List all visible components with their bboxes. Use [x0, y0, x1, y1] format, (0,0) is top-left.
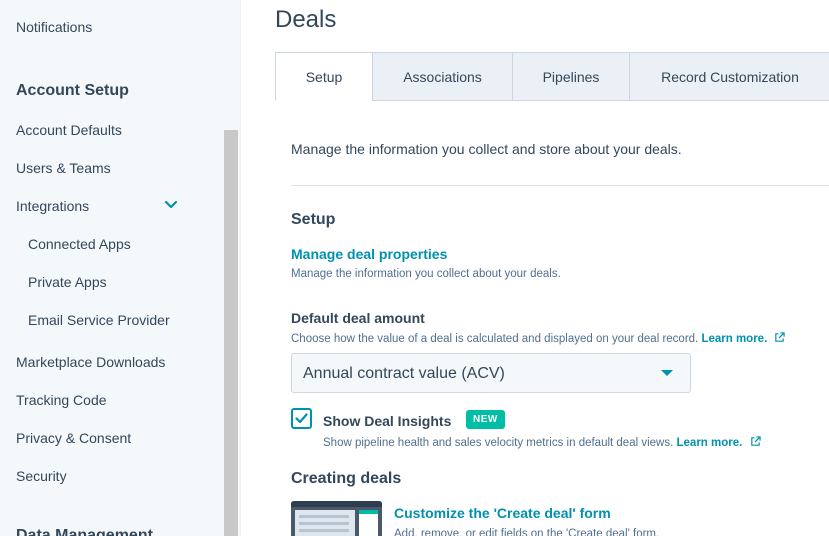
create-deal-form-thumbnail — [291, 501, 382, 536]
deal-insights-help-text: Show pipeline health and sales velocity … — [323, 437, 674, 449]
manage-deal-properties-help: Manage the information you collect about… — [291, 268, 561, 280]
learn-more-link-insights[interactable]: Learn more. — [677, 437, 743, 449]
sidebar-item-users-teams[interactable]: Users & Teams — [16, 160, 111, 176]
tab-setup[interactable]: Setup — [275, 52, 373, 101]
tab-pipelines[interactable]: Pipelines — [512, 52, 630, 101]
customize-create-deal-form-link[interactable]: Customize the 'Create deal' form — [394, 505, 611, 521]
settings-sidebar: Notifications Account Setup Account Defa… — [0, 0, 241, 536]
section-divider — [291, 185, 829, 186]
default-deal-amount-help: Choose how the value of a deal is calcul… — [291, 332, 786, 345]
tab-associations[interactable]: Associations — [372, 52, 513, 101]
setup-heading: Setup — [291, 211, 336, 228]
learn-more-link[interactable]: Learn more. — [701, 333, 767, 345]
caret-down-icon — [661, 370, 673, 376]
default-deal-amount-label: Default deal amount — [291, 310, 425, 326]
sidebar-item-private-apps[interactable]: Private Apps — [28, 274, 107, 290]
sidebar-heading-data-management: Data Management — [16, 527, 153, 536]
sidebar-heading-account-setup: Account Setup — [16, 82, 129, 99]
default-deal-amount-value: Annual contract value (ACV) — [303, 365, 505, 382]
show-deal-insights-checkbox[interactable] — [291, 408, 312, 429]
sidebar-item-marketplace-downloads[interactable]: Marketplace Downloads — [16, 354, 165, 370]
tab-record-customization[interactable]: Record Customization — [629, 52, 829, 101]
new-badge: NEW — [466, 410, 505, 429]
deal-insights-help: Show pipeline health and sales velocity … — [323, 436, 761, 449]
sidebar-item-notifications[interactable]: Notifications — [16, 19, 92, 35]
default-deal-amount-help-text: Choose how the value of a deal is calcul… — [291, 333, 699, 345]
sidebar-item-account-defaults[interactable]: Account Defaults — [16, 122, 122, 138]
deal-settings-tabs: Setup Associations Pipelines Record Cust… — [275, 52, 829, 101]
external-link-icon[interactable] — [774, 332, 786, 343]
customize-create-deal-form-help: Add, remove, or edit fields on the 'Crea… — [394, 528, 660, 536]
sidebar-item-security[interactable]: Security — [16, 468, 67, 484]
sidebar-scrollbar[interactable] — [224, 130, 238, 536]
sidebar-item-privacy-consent[interactable]: Privacy & Consent — [16, 430, 131, 446]
page-title: Deals — [275, 6, 337, 33]
sidebar-item-email-service-provider[interactable]: Email Service Provider — [28, 312, 170, 328]
sidebar-item-integrations[interactable]: Integrations — [16, 198, 89, 214]
default-deal-amount-select[interactable]: Annual contract value (ACV) — [291, 353, 691, 393]
chevron-down-icon[interactable] — [163, 197, 179, 213]
creating-deals-heading: Creating deals — [291, 470, 402, 487]
sidebar-item-tracking-code[interactable]: Tracking Code — [16, 392, 107, 408]
checkmark-icon — [295, 413, 308, 424]
external-link-icon[interactable] — [750, 436, 761, 447]
manage-deal-properties-link[interactable]: Manage deal properties — [291, 246, 447, 262]
show-deal-insights-label[interactable]: Show Deal Insights — [323, 413, 451, 429]
intro-text: Manage the information you collect and s… — [291, 141, 682, 157]
sidebar-item-connected-apps[interactable]: Connected Apps — [28, 236, 131, 252]
